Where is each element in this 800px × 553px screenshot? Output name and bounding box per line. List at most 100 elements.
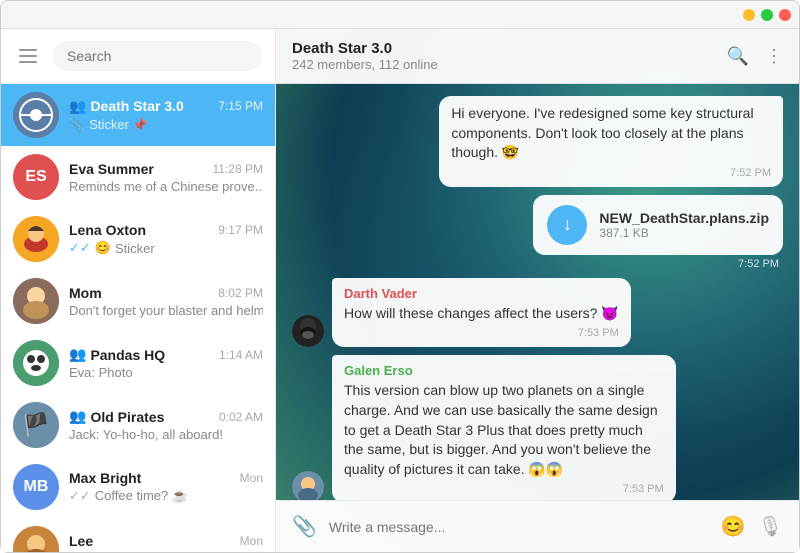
avatar bbox=[13, 340, 59, 386]
chat-name: 👥 Death Star 3.0 bbox=[69, 98, 184, 115]
message-time-row: 7:52 PM bbox=[451, 167, 771, 179]
chat-list: 👥 Death Star 3.0 7:15 PM 📎 Sticker 📌 ES bbox=[1, 84, 275, 552]
chat-item-max-bright[interactable]: MB Max Bright Mon ✓✓ Coffee time? ☕ bbox=[1, 456, 275, 518]
message-time: 7:53 PM bbox=[578, 327, 619, 339]
chat-item-pandas-hq[interactable]: 👥 Pandas HQ 1:14 AM Eva: Photo bbox=[1, 332, 275, 394]
chat-time: 7:15 PM bbox=[218, 99, 263, 113]
mic-icon[interactable]: 🎙 bbox=[758, 514, 783, 539]
chat-name: Lee bbox=[69, 533, 93, 549]
group-icon: 👥 bbox=[69, 346, 86, 363]
svg-text:🏴: 🏴 bbox=[22, 411, 49, 437]
chat-name-row: Lee Mon bbox=[69, 533, 263, 549]
file-info: NEW_DeathStar.plans.zip 387.1 KB bbox=[599, 210, 769, 240]
group-icon: 👥 bbox=[69, 98, 86, 115]
chat-item-lena-oxton[interactable]: Lena Oxton 9:17 PM ✓✓ 😊 Sticker bbox=[1, 208, 275, 270]
attach-icon[interactable]: 📎 bbox=[292, 514, 317, 539]
chat-name: Max Bright bbox=[69, 470, 141, 486]
title-bar bbox=[1, 1, 799, 29]
sidebar: 👥 Death Star 3.0 7:15 PM 📎 Sticker 📌 ES bbox=[1, 29, 276, 552]
chat-name-row: 👥 Old Pirates 0:02 AM bbox=[69, 408, 263, 425]
chat-preview: ✓✓ 😊 Sticker bbox=[69, 240, 263, 256]
chat-name: 👥 Pandas HQ bbox=[69, 346, 165, 363]
message-bubble: Darth Vader How will these changes affec… bbox=[332, 278, 631, 348]
avatar: 🏴 bbox=[13, 402, 59, 448]
chat-name-row: Lena Oxton 9:17 PM bbox=[69, 222, 263, 238]
message-input[interactable] bbox=[329, 519, 709, 535]
chat-preview: Reminds me of a Chinese prove... 2 bbox=[69, 179, 263, 194]
hamburger-menu[interactable] bbox=[15, 45, 41, 67]
message-time: 7:52 PM bbox=[730, 167, 771, 179]
file-name: NEW_DeathStar.plans.zip bbox=[599, 210, 769, 226]
close-button[interactable] bbox=[779, 9, 791, 21]
search-input[interactable] bbox=[53, 41, 262, 71]
message-bubble: Galen Erso This version can blow up two … bbox=[332, 355, 676, 500]
incoming-message-darth: Darth Vader How will these changes affec… bbox=[292, 278, 783, 348]
message-sender: Darth Vader bbox=[344, 286, 619, 301]
chat-content: Lee Mon We can call it Galaxy Star 7 ;) bbox=[69, 533, 263, 553]
chat-item-death-star[interactable]: 👥 Death Star 3.0 7:15 PM 📎 Sticker 📌 bbox=[1, 84, 275, 146]
chat-area: Death Star 3.0 242 members, 112 online 🔍… bbox=[276, 29, 799, 552]
chat-header-status: 242 members, 112 online bbox=[292, 57, 715, 72]
incoming-message-galen: Galen Erso This version can blow up two … bbox=[292, 355, 783, 500]
avatar-darth bbox=[292, 315, 324, 347]
chat-content: Eva Summer 11:28 PM Reminds me of a Chin… bbox=[69, 161, 263, 194]
sidebar-header bbox=[1, 29, 275, 84]
chat-time: Mon bbox=[240, 471, 263, 485]
chat-item-mom[interactable]: Mom 8:02 PM Don't forget your blaster an… bbox=[1, 270, 275, 332]
chat-content: 👥 Pandas HQ 1:14 AM Eva: Photo bbox=[69, 346, 263, 380]
message-text: Hi everyone. I've redesigned some key st… bbox=[451, 104, 771, 163]
input-area: 📎 😊 🎙 bbox=[276, 500, 799, 552]
chat-name-row: Mom 8:02 PM bbox=[69, 285, 263, 301]
message-text: How will these changes affect the users?… bbox=[344, 304, 619, 324]
message-time-row: 7:53 PM bbox=[344, 327, 619, 339]
group-icon: 👥 bbox=[69, 408, 86, 425]
chat-preview: Jack: Yo-ho-ho, all aboard! bbox=[69, 427, 263, 442]
chat-content: Max Bright Mon ✓✓ Coffee time? ☕ bbox=[69, 470, 263, 504]
chat-preview: 📎 Sticker 📌 bbox=[69, 117, 263, 133]
chat-name: Eva Summer bbox=[69, 161, 154, 177]
message-sender: Galen Erso bbox=[344, 363, 664, 378]
message-outgoing: Hi everyone. I've redesigned some key st… bbox=[439, 96, 783, 187]
avatar bbox=[13, 92, 59, 138]
chat-name: Mom bbox=[69, 285, 102, 301]
chat-item-lee[interactable]: Lee Mon We can call it Galaxy Star 7 ;) bbox=[1, 518, 275, 552]
chat-content: Mom 8:02 PM Don't forget your blaster an… bbox=[69, 285, 263, 318]
chat-item-eva-summer[interactable]: ES Eva Summer 11:28 PM Reminds me of a C… bbox=[1, 146, 275, 208]
chat-name-row: Max Bright Mon bbox=[69, 470, 263, 486]
app-container: 👥 Death Star 3.0 7:15 PM 📎 Sticker 📌 ES bbox=[1, 29, 799, 552]
maximize-button[interactable] bbox=[761, 9, 773, 21]
file-size: 387.1 KB bbox=[599, 226, 769, 240]
avatar bbox=[13, 216, 59, 262]
file-download-button[interactable]: ↓ bbox=[547, 205, 587, 245]
file-message-container: ↓ NEW_DeathStar.plans.zip 387.1 KB 7:52 … bbox=[533, 195, 783, 270]
chat-time: 11:28 PM bbox=[213, 162, 263, 176]
avatar: ES bbox=[13, 154, 59, 200]
file-message-time: 7:52 PM bbox=[738, 258, 779, 270]
minimize-button[interactable] bbox=[743, 9, 755, 21]
chat-preview: Eva: Photo bbox=[69, 365, 263, 380]
chat-name-row: 👥 Pandas HQ 1:14 AM bbox=[69, 346, 263, 363]
chat-item-old-pirates[interactable]: 🏴 👥 Old Pirates 0:02 AM Jack: Yo-ho-ho, … bbox=[1, 394, 275, 456]
chat-time: Mon bbox=[240, 534, 263, 548]
hamburger-line bbox=[19, 49, 37, 51]
chat-content: 👥 Death Star 3.0 7:15 PM 📎 Sticker 📌 bbox=[69, 98, 263, 133]
emoji-icon[interactable]: 😊 bbox=[721, 514, 746, 539]
message-time-row: 7:53 PM bbox=[344, 483, 664, 495]
chat-header-icons: 🔍 ⋮ bbox=[727, 46, 783, 67]
check-icon: ✓✓ bbox=[69, 488, 91, 504]
read-check-icon: ✓✓ bbox=[69, 240, 91, 256]
chat-time: 1:14 AM bbox=[219, 348, 263, 362]
chat-name: Lena Oxton bbox=[69, 222, 146, 238]
file-bubble: ↓ NEW_DeathStar.plans.zip 387.1 KB bbox=[533, 195, 783, 255]
chat-name-row: Eva Summer 11:28 PM bbox=[69, 161, 263, 177]
avatar-galen bbox=[292, 471, 324, 500]
more-options-icon[interactable]: ⋮ bbox=[765, 46, 783, 67]
search-icon[interactable]: 🔍 bbox=[727, 46, 749, 67]
chat-name: 👥 Old Pirates bbox=[69, 408, 164, 425]
message-time: 7:53 PM bbox=[623, 483, 664, 495]
chat-header-info: Death Star 3.0 242 members, 112 online bbox=[292, 40, 715, 72]
hamburger-line bbox=[19, 55, 37, 57]
chat-time: 8:02 PM bbox=[218, 286, 263, 300]
chat-header: Death Star 3.0 242 members, 112 online 🔍… bbox=[276, 29, 799, 84]
avatar: MB bbox=[13, 464, 59, 510]
